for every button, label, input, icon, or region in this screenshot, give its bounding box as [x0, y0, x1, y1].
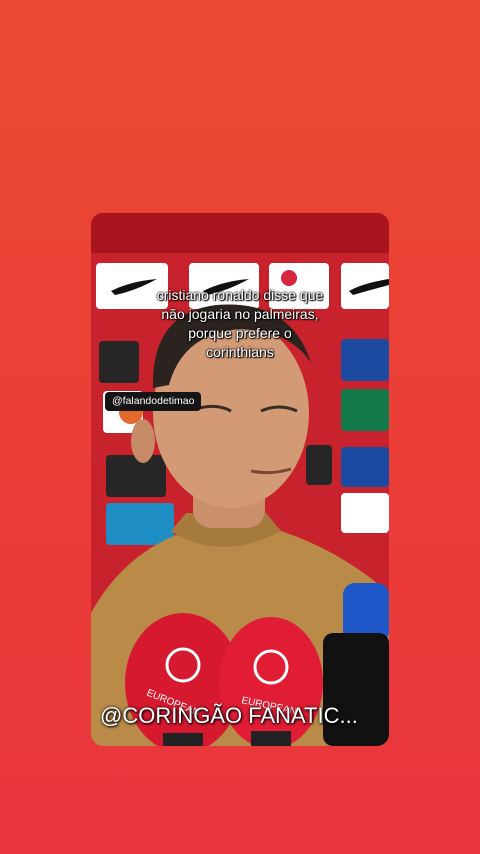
video-caption: cristiano ronaldo disse que não jogaria …: [156, 287, 324, 360]
creator-handle-tag: @falandodetimao: [105, 392, 202, 411]
account-watermark: @CORINGÃO FANATIC...: [100, 703, 358, 728]
video-frame[interactable]: EUROPEAN EUROPEAN cristiano ronaldo diss…: [91, 213, 389, 746]
